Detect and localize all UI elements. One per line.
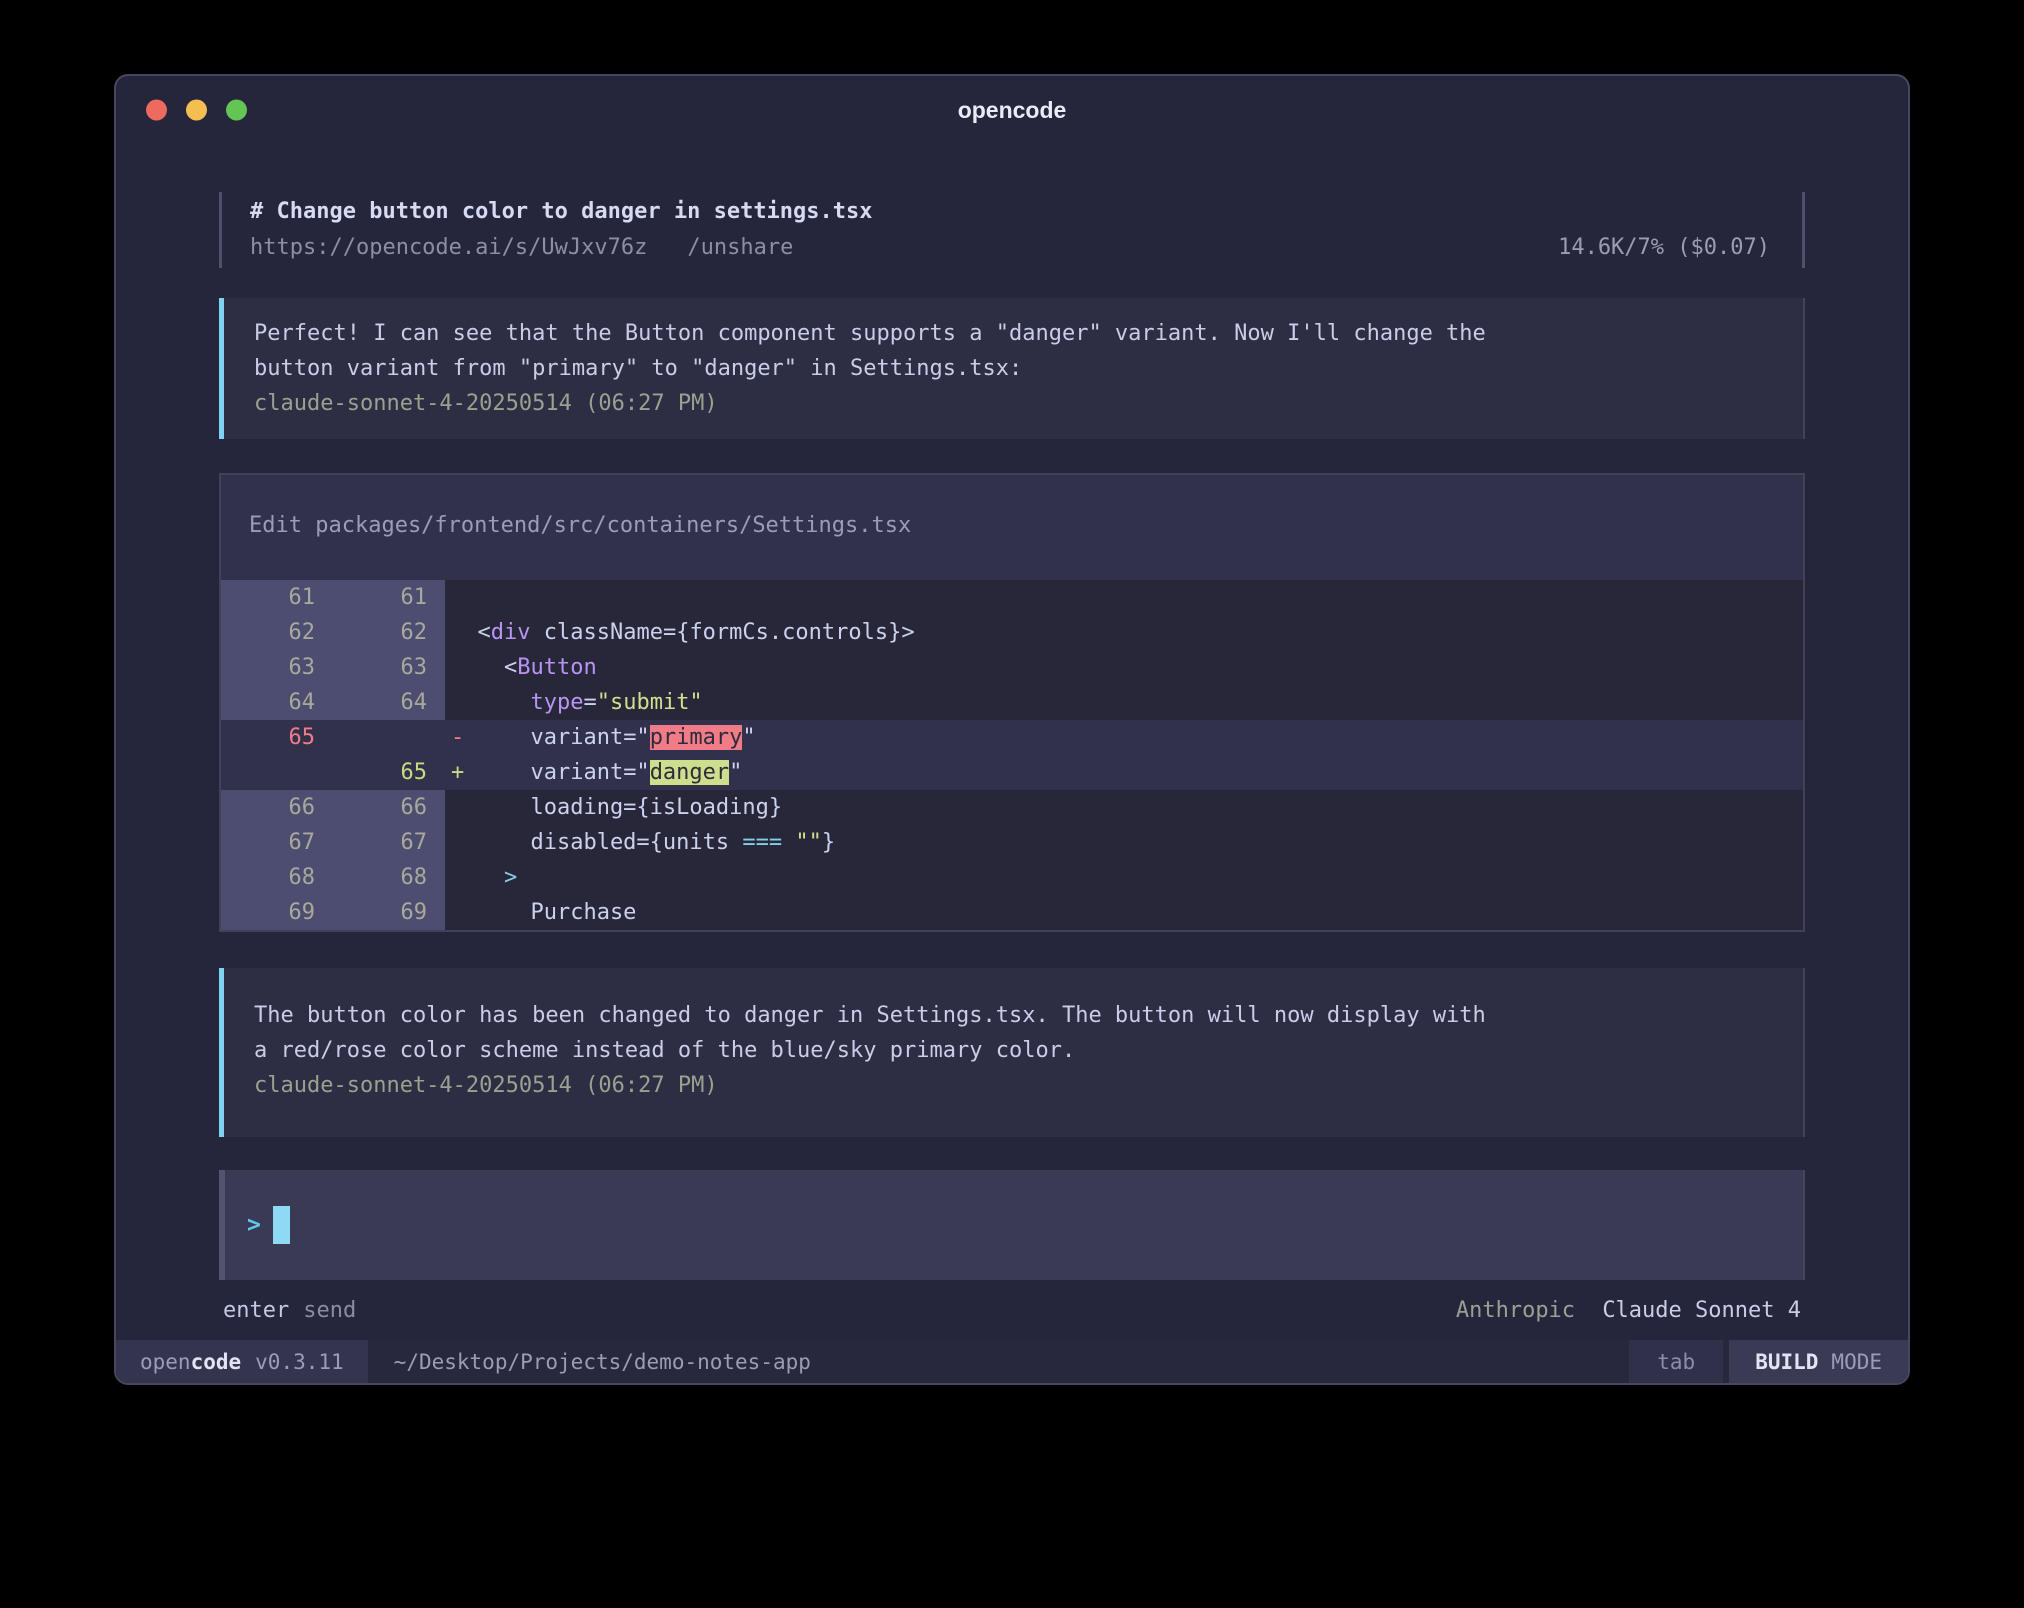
- diff-new-lineno: 63: [333, 650, 445, 685]
- diff-row: 6363 <Button: [221, 650, 1803, 685]
- mode-label: MODE: [1831, 1350, 1882, 1374]
- diff-code-line: Purchase: [445, 895, 1803, 930]
- diff-new-lineno: 69: [333, 895, 445, 930]
- app-name-open: open: [140, 1350, 191, 1374]
- diff-old-lineno: 66: [221, 790, 333, 825]
- status-bar-spacer: [811, 1340, 1629, 1383]
- zoom-button[interactable]: [226, 100, 247, 121]
- session-title: # Change button color to danger in setti…: [250, 194, 1774, 230]
- assistant-message-text: The button color has been changed to dan…: [254, 998, 1773, 1068]
- share-info-row: https://opencode.ai/s/UwJxv76z /unshare …: [250, 230, 1774, 266]
- diff-panel-header: Edit packages/frontend/src/containers/Se…: [221, 475, 1803, 580]
- model-indicator: Anthropic Claude Sonnet 4: [1456, 1296, 1801, 1326]
- diff-old-lineno: [221, 755, 333, 790]
- diff-row: 6464 type="submit": [221, 685, 1803, 720]
- minimize-button[interactable]: [186, 100, 207, 121]
- diff-row: 6969 Purchase: [221, 895, 1803, 930]
- traffic-lights: [146, 100, 247, 121]
- diff-new-lineno: 61: [333, 580, 445, 615]
- hint-row: enter send Anthropic Claude Sonnet 4: [219, 1296, 1805, 1326]
- prompt-input[interactable]: >: [219, 1170, 1805, 1280]
- diff-new-lineno: 65: [333, 755, 445, 790]
- diff-row: 6868 >: [221, 860, 1803, 895]
- diff-new-lineno: 64: [333, 685, 445, 720]
- prompt-symbol: >: [247, 1212, 261, 1238]
- diff-new-lineno: [333, 720, 445, 755]
- diff-row: 6161: [221, 580, 1803, 615]
- diff-row: 65 - variant="primary": [221, 720, 1803, 755]
- diff-old-lineno: 65: [221, 720, 333, 755]
- diff-old-lineno: 69: [221, 895, 333, 930]
- diff-old-lineno: 61: [221, 580, 333, 615]
- diff-code-line: >: [445, 860, 1803, 895]
- session-content: # Change button color to danger in setti…: [116, 192, 1908, 1326]
- app-window: opencode # Change button color to danger…: [114, 74, 1910, 1385]
- status-bar: opencode v0.3.11 ~/Desktop/Projects/demo…: [116, 1340, 1908, 1383]
- assistant-message-text: Perfect! I can see that the Button compo…: [254, 316, 1773, 386]
- model-timestamp: claude-sonnet-4-20250514 (06:27 PM): [254, 1068, 1773, 1103]
- enter-key-hint: enter: [223, 1296, 289, 1326]
- provider-name: Anthropic: [1456, 1298, 1575, 1323]
- diff-panel: Edit packages/frontend/src/containers/Se…: [219, 473, 1805, 932]
- tab-key-hint: tab: [1629, 1340, 1723, 1383]
- diff-code-line: - variant="primary": [445, 720, 1803, 755]
- mode-word: BUILD: [1755, 1350, 1818, 1374]
- working-directory: ~/Desktop/Projects/demo-notes-app: [394, 1340, 811, 1383]
- diff-code-line: <div className={formCs.controls}>: [445, 615, 1803, 650]
- diff-code-line: loading={isLoading}: [445, 790, 1803, 825]
- diff-row: 6666 loading={isLoading}: [221, 790, 1803, 825]
- model-name: Claude Sonnet 4: [1602, 1298, 1801, 1323]
- unshare-command[interactable]: /unshare: [687, 230, 793, 266]
- model-timestamp: claude-sonnet-4-20250514 (06:27 PM): [254, 386, 1773, 421]
- send-action-hint: send: [303, 1296, 356, 1326]
- diff-old-lineno: 67: [221, 825, 333, 860]
- titlebar: opencode: [116, 76, 1908, 144]
- diff-row: 6767 disabled={units === ""}: [221, 825, 1803, 860]
- close-button[interactable]: [146, 100, 167, 121]
- diff-row: 65+ variant="danger": [221, 755, 1803, 790]
- app-name-code: code: [191, 1350, 242, 1374]
- app-version: v0.3.11: [255, 1350, 344, 1374]
- diff-old-lineno: 64: [221, 685, 333, 720]
- diff-code-line: [445, 580, 1803, 615]
- diff-code-line: <Button: [445, 650, 1803, 685]
- diff-new-lineno: 67: [333, 825, 445, 860]
- diff-code-line: type="submit": [445, 685, 1803, 720]
- diff-code-line: disabled={units === ""}: [445, 825, 1803, 860]
- mode-chip: BUILD MODE: [1729, 1340, 1908, 1383]
- window-title: opencode: [116, 76, 1908, 144]
- diff-row: 6262 <div className={formCs.controls}>: [221, 615, 1803, 650]
- share-header: # Change button color to danger in setti…: [219, 192, 1805, 268]
- diff-new-lineno: 66: [333, 790, 445, 825]
- app-version-chip: opencode v0.3.11: [116, 1340, 368, 1383]
- token-cost-stats: 14.6K/7% ($0.07): [1558, 230, 1774, 266]
- assistant-message: Perfect! I can see that the Button compo…: [219, 298, 1805, 439]
- diff-old-lineno: 63: [221, 650, 333, 685]
- share-url-link[interactable]: https://opencode.ai/s/UwJxv76z: [250, 230, 647, 266]
- diff-old-lineno: 62: [221, 615, 333, 650]
- diff-new-lineno: 68: [333, 860, 445, 895]
- text-cursor: [273, 1206, 290, 1244]
- diff-old-lineno: 68: [221, 860, 333, 895]
- diff-rows: 61616262 <div className={formCs.controls…: [221, 580, 1803, 930]
- diff-code-line: + variant="danger": [445, 755, 1803, 790]
- assistant-message: The button color has been changed to dan…: [219, 968, 1805, 1137]
- diff-new-lineno: 62: [333, 615, 445, 650]
